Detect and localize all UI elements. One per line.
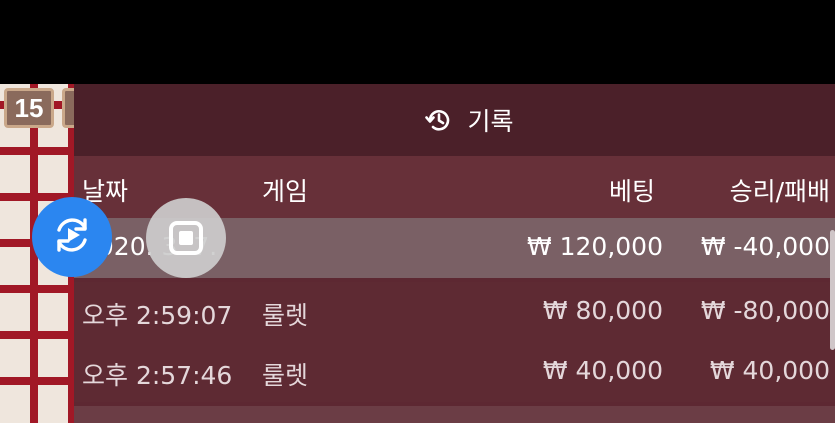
row-win-loss: ₩ 40,000 bbox=[709, 356, 830, 385]
column-header-win-loss: 승리/패배 bbox=[729, 177, 830, 206]
top-black-bar bbox=[0, 0, 835, 84]
row-date: 오후 2:57:46 bbox=[82, 361, 233, 390]
row-game: 룰렛 bbox=[262, 361, 309, 390]
stop-icon bbox=[169, 221, 203, 255]
row-bet: ₩ 80,000 bbox=[542, 296, 663, 325]
row-game: 룰렛 bbox=[262, 301, 309, 330]
column-header-bet: 베팅 bbox=[608, 177, 655, 206]
stop-button[interactable] bbox=[146, 198, 226, 278]
refresh-button[interactable] bbox=[32, 197, 112, 277]
table-row[interactable]: 오후 2:57:46 룰렛 ₩ 40,000 ₩ 40,000 bbox=[74, 342, 835, 402]
table-row-partial bbox=[74, 406, 835, 423]
history-header: 기록 bbox=[74, 84, 835, 156]
row-date: 오후 2:59:07 bbox=[82, 301, 233, 330]
history-icon bbox=[425, 106, 453, 134]
row-bet: ₩ 40,000 bbox=[542, 356, 663, 385]
game-number-badge: 15 bbox=[4, 88, 54, 128]
table-row[interactable]: 오후 2:59:07 룰렛 ₩ 80,000 ₩ -80,000 bbox=[74, 282, 835, 342]
refresh-play-icon bbox=[50, 213, 94, 261]
scrollbar[interactable] bbox=[830, 230, 835, 350]
history-title: 기록 bbox=[467, 107, 514, 136]
row-win-loss: ₩ -80,000 bbox=[700, 296, 830, 325]
row-win-loss: ₩ -40,000 bbox=[700, 232, 830, 261]
column-header-game: 게임 bbox=[262, 177, 309, 206]
row-bet: ₩ 120,000 bbox=[526, 232, 663, 261]
